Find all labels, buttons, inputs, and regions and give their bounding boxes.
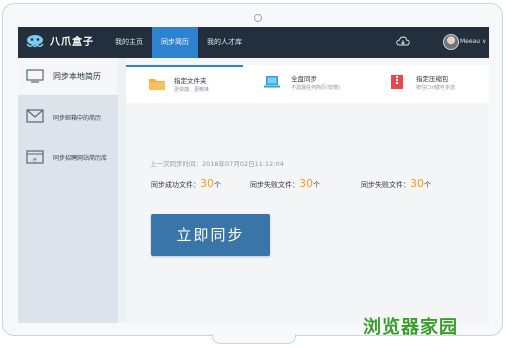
app-window: 八爪盒子 我的主页 同步简历 我的人才库 Meeau ∨ 同步本地简历 同步邮箱… (18, 27, 489, 323)
stat-value: 30 (410, 177, 424, 190)
stat-failed: 同步失败文件：30个 (250, 177, 320, 190)
tab-title: 全盘同步 (291, 75, 317, 83)
svg-text:e: e (33, 157, 37, 164)
sync-now-button[interactable]: 立即同步 (151, 214, 270, 256)
folder-icon (149, 79, 165, 90)
tab-title: 指定文件夹 (174, 77, 207, 85)
stat-unit: 个 (214, 181, 221, 189)
zip-icon (391, 75, 403, 89)
nav-home[interactable]: 我的主页 (106, 27, 152, 58)
browser-icon: e (26, 150, 44, 164)
tab-folder[interactable]: 指定文件夹 更快捷、更精准 (126, 65, 243, 103)
tab-subtitle: 按住Ctrl键可多选 (416, 85, 455, 91)
cloud-icon[interactable] (396, 36, 410, 46)
main-nav: 我的主页 同步简历 我的人才库 (106, 27, 251, 58)
tab-subtitle: 更快捷、更精准 (174, 87, 210, 93)
mail-icon (26, 109, 44, 123)
stat-label: 同步失败文件： (361, 181, 410, 189)
stat-label: 同步成功文件： (151, 181, 200, 189)
sidebar-item-label: 同步邮箱中的简历 (53, 115, 102, 122)
stat-value: 30 (200, 177, 214, 190)
laptop-icon (264, 76, 280, 88)
stat-failed: 同步失败文件：30个 (361, 177, 431, 190)
watermark: 浏览器家园 (363, 317, 458, 338)
top-bar: 八爪盒子 我的主页 同步简历 我的人才库 Meeau ∨ (18, 27, 489, 58)
sidebar: 同步本地简历 同步邮箱中的简历 e 同步招聘网站简历库 (18, 58, 118, 323)
monitor-icon (26, 69, 44, 83)
camera-icon (254, 14, 262, 22)
tab-subtitle: 不遗漏任何简历(较慢) (291, 85, 340, 91)
sidebar-item-label: 同步招聘网站简历库 (53, 155, 108, 162)
sidebar-item-email-resume[interactable]: 同步邮箱中的简历 (18, 98, 118, 134)
main-panel: 指定文件夹 更快捷、更精准 全盘同步 不遗漏任何简历(较慢) 指定压缩包 按住C… (126, 58, 489, 323)
stat-value: 30 (299, 177, 313, 190)
nav-talent-pool[interactable]: 我的人才库 (198, 27, 251, 58)
stat-success: 同步成功文件：30个 (151, 177, 221, 190)
avatar[interactable] (443, 34, 459, 50)
sync-mode-tabs: 指定文件夹 更快捷、更精准 全盘同步 不遗漏任何简历(较慢) 指定压缩包 按住C… (126, 65, 489, 103)
octopus-logo-icon (26, 34, 44, 47)
stat-unit: 个 (313, 181, 320, 189)
sidebar-item-label: 同步本地简历 (53, 72, 101, 81)
user-menu[interactable]: Meeau ∨ (460, 38, 486, 45)
nav-sync-resume[interactable]: 同步简历 (152, 27, 198, 58)
tab-title: 指定压缩包 (416, 75, 449, 83)
tab-full-disk[interactable]: 全盘同步 不遗漏任何简历(较慢) (243, 65, 368, 103)
app-logo[interactable]: 八爪盒子 (24, 33, 94, 48)
tab-zip[interactable]: 指定压缩包 按住Ctrl键可多选 (368, 65, 489, 103)
stat-label: 同步失败文件： (250, 181, 299, 189)
sidebar-item-job-site-resume[interactable]: e 同步招聘网站简历库 (18, 138, 118, 174)
sidebar-item-local-resume[interactable]: 同步本地简历 (18, 58, 118, 95)
stat-unit: 个 (424, 181, 431, 189)
app-name: 八爪盒子 (50, 37, 94, 48)
last-sync-time: 上一次同步时间：2018年07月02日11:12:04 (150, 160, 284, 168)
laptop-base (212, 334, 296, 344)
